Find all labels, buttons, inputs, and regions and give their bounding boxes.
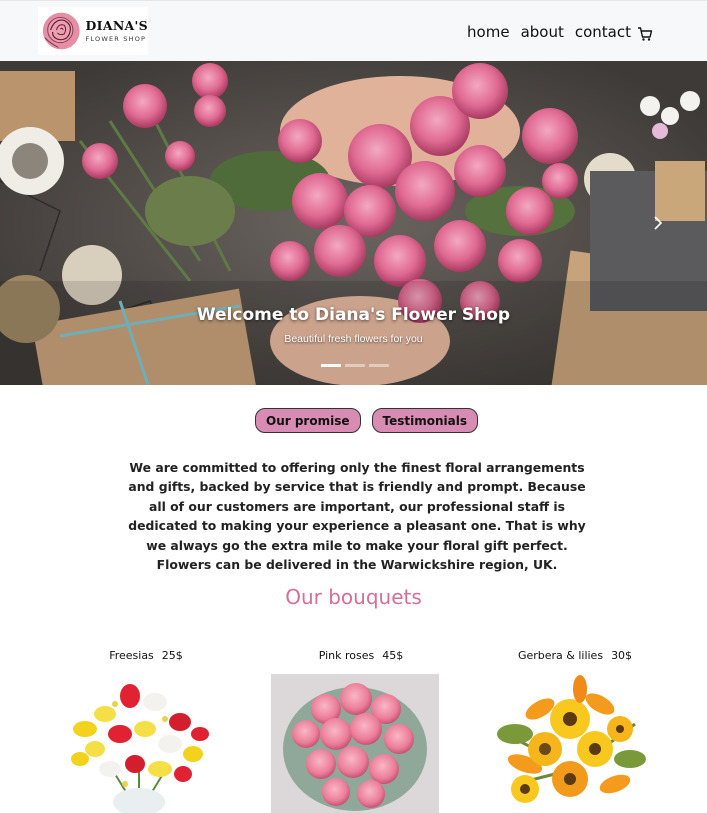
tab-our-promise[interactable]: Our promise <box>255 408 361 433</box>
carousel-next-icon[interactable] <box>653 215 663 231</box>
brand-subtitle: FLOWER SHOP <box>85 34 147 43</box>
tab-testimonials[interactable]: Testimonials <box>371 408 478 433</box>
carousel-indicator-1[interactable] <box>321 364 341 367</box>
product-name: Freesias <box>109 649 154 662</box>
info-tabs: Our promise Testimonials <box>255 408 478 433</box>
nav-home[interactable]: home <box>467 23 510 41</box>
product-image-pink-roses[interactable] <box>271 674 439 813</box>
product-label-pink-roses: Pink roses 45$ <box>261 649 461 662</box>
product-price: 45$ <box>382 649 404 662</box>
product-price: 30$ <box>611 649 633 662</box>
product-label-freesias: Freesias 25$ <box>46 649 246 662</box>
brand-logo[interactable]: DIANA'S FLOWER SHOP <box>38 7 148 55</box>
carousel-indicator-2[interactable] <box>345 364 365 367</box>
product-name: Pink roses <box>318 649 375 662</box>
promise-text: We are committed to offering only the fi… <box>128 460 586 573</box>
carousel-indicator-3[interactable] <box>369 364 389 367</box>
brand-name: DIANA'S <box>85 18 148 33</box>
product-price: 25$ <box>161 649 183 662</box>
navbar: DIANA'S FLOWER SHOP home about contact <box>0 0 707 61</box>
rose-logo-icon <box>42 12 80 50</box>
bouquets-title: Our bouquets <box>285 585 422 609</box>
product-label-gerbera-lilies: Gerbera & lilies 30$ <box>475 649 675 662</box>
nav-about[interactable]: about <box>521 23 564 41</box>
product-image-gerbera-lilies[interactable] <box>485 674 653 813</box>
hero-subtitle: Beautiful fresh flowers for you <box>284 333 423 345</box>
hero-title: Welcome to Diana's Flower Shop <box>196 305 511 325</box>
nav-contact[interactable]: contact <box>575 23 631 41</box>
hero-carousel: Welcome to Diana's Flower Shop Beautiful… <box>0 61 707 385</box>
cart-icon[interactable] <box>637 26 653 42</box>
product-name: Gerbera & lilies <box>517 649 604 662</box>
carousel-indicators <box>321 364 389 367</box>
product-image-freesias[interactable] <box>55 674 223 813</box>
